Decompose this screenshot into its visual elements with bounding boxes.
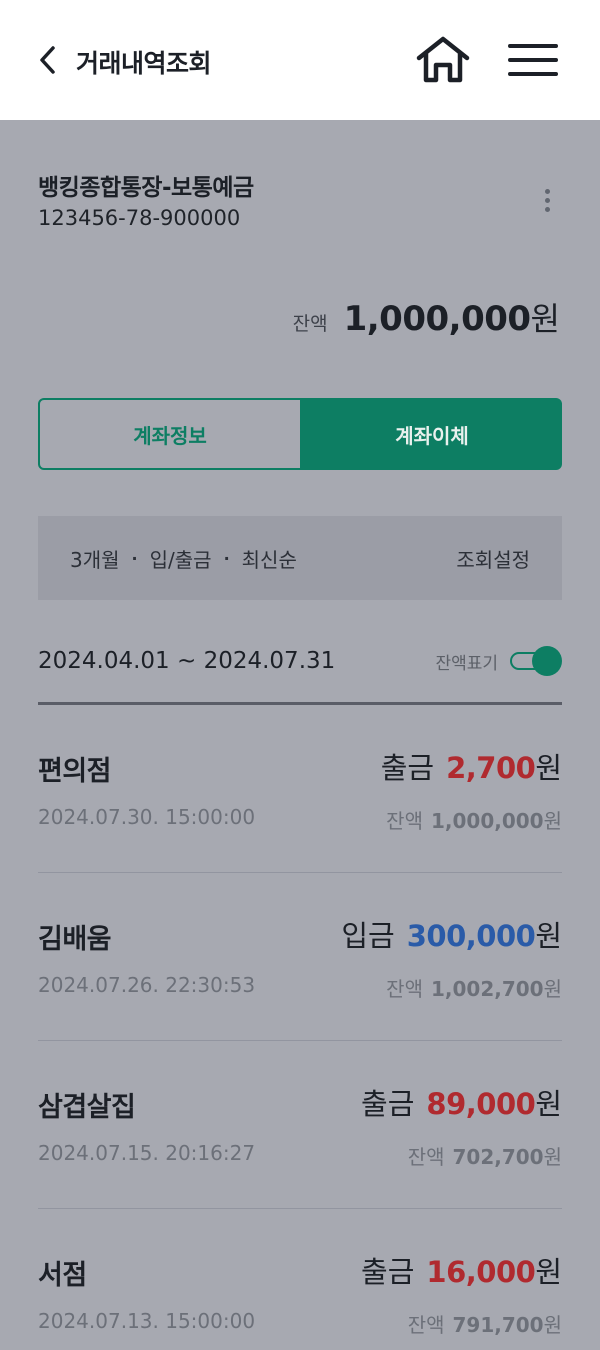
transaction-name: 삼겹살집 [38, 1092, 136, 1123]
transaction-row[interactable]: 김배움 2024.07.26. 22:30:53 입금 300,000 원 잔액… [38, 873, 562, 1041]
filter-separator: · [223, 548, 230, 568]
page-title: 거래내역조회 [76, 49, 212, 78]
transaction-balance-label: 잔액 [386, 977, 423, 1001]
balance-toggle-label: 잔액표기 [435, 653, 498, 674]
transaction-balance: 잔액 702,700 원 [408, 1141, 562, 1170]
transaction-amount-unit: 원 [535, 751, 562, 785]
transaction-name: 김배움 [38, 924, 112, 955]
more-vertical-icon [544, 188, 550, 194]
account-balance: 잔액 1,000,000 원 [293, 294, 560, 340]
transaction-balance-label: 잔액 [386, 809, 423, 833]
home-button[interactable] [414, 34, 472, 86]
transaction-balance-label: 잔액 [407, 1145, 445, 1169]
toggle-knob [532, 646, 562, 676]
more-vertical-icon-dot [544, 197, 550, 203]
filter-settings-button[interactable]: 조회설정 [456, 544, 530, 573]
top-app-bar: 거래내역조회 [0, 0, 600, 120]
transaction-row[interactable]: 삼겹살집 2024.07.15. 20:16:27 출금 89,000 원 잔액… [38, 1041, 562, 1209]
transaction-row[interactable]: 서점 2024.07.13. 15:00:00 출금 16,000 원 잔액 7… [38, 1209, 562, 1350]
transaction-balance-value: 1,000,000 [430, 809, 544, 833]
balance-amount: 1,000,000 [343, 299, 531, 339]
transaction-amount-value: 300,000 [406, 919, 536, 953]
transaction-name: 서점 [38, 1260, 87, 1291]
transaction-amount: 입금 300,000 원 [341, 913, 562, 955]
transaction-row[interactable]: 편의점 2024.07.30. 15:00:00 출금 2,700 원 잔액 1… [38, 705, 562, 873]
transaction-amount: 출금 2,700 원 [381, 745, 562, 787]
transaction-balance-value: 791,700 [452, 1313, 544, 1337]
account-number: 123456-78-900000 [38, 206, 241, 230]
transaction-date: 2024.07.26. 22:30:53 [38, 973, 256, 997]
transaction-balance: 잔액 791,700 원 [408, 1309, 562, 1338]
filter-type: 입/출금 [149, 547, 212, 572]
account-action-buttons: 계좌정보 계좌이체 [38, 398, 562, 470]
transaction-amount: 출금 16,000 원 [361, 1249, 562, 1291]
period-row: 2024.04.01 ~ 2024.07.31 잔액표기 [38, 640, 562, 682]
transaction-balance-unit: 원 [543, 1313, 562, 1337]
transaction-balance-unit: 원 [543, 977, 562, 1001]
transaction-amount-value: 89,000 [426, 1087, 536, 1121]
transaction-balance-unit: 원 [543, 1145, 562, 1169]
transaction-balance-value: 702,700 [452, 1145, 544, 1169]
transaction-date: 2024.07.15. 20:16:27 [38, 1141, 256, 1165]
filter-bar[interactable]: 3개월 · 입/출금 · 최신순 조회설정 [38, 516, 562, 600]
chevron-left-icon [40, 46, 55, 74]
home-icon [416, 36, 470, 83]
balance-toggle[interactable] [510, 646, 562, 676]
account-info-button[interactable]: 계좌정보 [38, 398, 302, 470]
transaction-amount-value: 2,700 [446, 751, 536, 785]
transaction-balance-value: 1,002,700 [430, 977, 544, 1001]
transaction-amount-unit: 원 [535, 1255, 562, 1289]
hamburger-menu-icon [508, 44, 558, 76]
transaction-type: 출금 [361, 1255, 415, 1289]
account-name: 뱅킹종합통장-보통예금 [38, 175, 254, 201]
transaction-type: 입금 [341, 919, 395, 953]
filter-separator: · [131, 548, 138, 568]
transaction-type: 출금 [380, 751, 435, 785]
transaction-amount-unit: 원 [535, 1087, 562, 1121]
transaction-amount-value: 16,000 [426, 1255, 536, 1289]
transaction-amount-unit: 원 [535, 919, 562, 953]
transaction-amount: 출금 89,000 원 [361, 1081, 562, 1123]
filter-order: 최신순 [241, 547, 297, 572]
transaction-date: 2024.07.30. 15:00:00 [38, 805, 256, 829]
transaction-balance: 잔액 1,000,000 원 [386, 805, 562, 834]
transaction-balance-unit: 원 [543, 809, 562, 833]
transaction-date: 2024.07.13. 15:00:00 [38, 1309, 256, 1333]
balance-unit: 원 [530, 300, 560, 338]
more-options-button[interactable] [536, 186, 558, 214]
balance-label: 잔액 [292, 313, 328, 335]
back-button[interactable] [30, 42, 66, 78]
menu-button[interactable] [506, 40, 560, 80]
more-vertical-icon-dot [544, 206, 550, 212]
transaction-type: 출금 [361, 1087, 415, 1121]
transaction-name: 편의점 [38, 756, 112, 787]
date-range: 2024.04.01 ~ 2024.07.31 [38, 648, 336, 674]
transaction-balance: 잔액 1,002,700 원 [386, 973, 562, 1002]
transfer-button[interactable]: 계좌이체 [302, 398, 562, 470]
transaction-balance-label: 잔액 [407, 1313, 445, 1337]
filter-period: 3개월 [70, 547, 120, 572]
